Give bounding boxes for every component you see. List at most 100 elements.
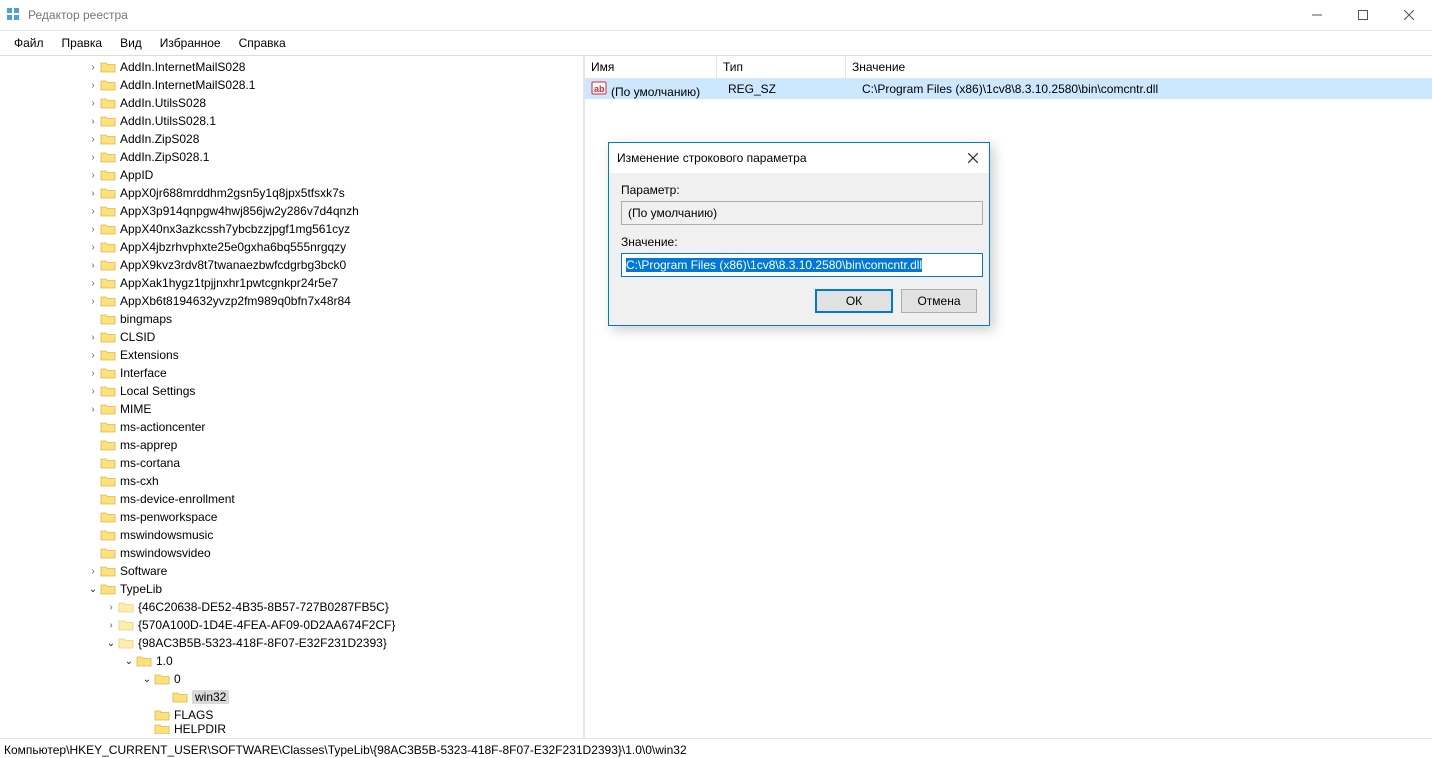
chevron-right-icon[interactable]: ›	[86, 278, 100, 289]
menubar: ФайлПравкаВидИзбранноеСправка	[0, 31, 1432, 56]
tree-item[interactable]: ms-penworkspace	[0, 508, 583, 526]
chevron-down-icon[interactable]: ⌄	[140, 674, 154, 685]
tree-item[interactable]: ⌄1.0	[0, 652, 583, 670]
tree-item[interactable]: › AppID	[0, 166, 583, 184]
menu-файл[interactable]: Файл	[6, 34, 52, 52]
list-header: Имя Тип Значение	[585, 56, 1432, 79]
tree-item[interactable]: ms-device-enrollment	[0, 490, 583, 508]
tree-item-label: win32	[192, 690, 229, 704]
column-header-value[interactable]: Значение	[846, 56, 1432, 78]
tree-item[interactable]: ⌄0	[0, 670, 583, 688]
column-header-name[interactable]: Имя	[585, 56, 717, 78]
window-titlebar: Редактор реестра	[0, 0, 1432, 31]
dialog-close-button[interactable]	[961, 147, 985, 169]
tree-item[interactable]: ›AppX4jbzrhvphxte25e0gxha6bq555nrgqzy	[0, 238, 583, 256]
tree-item[interactable]: › AddIn.UtilsS028	[0, 94, 583, 112]
tree-item[interactable]: ›{570A100D-1D4E-4FEA-AF09-0D2AA674F2CF}	[0, 616, 583, 634]
menu-справка[interactable]: Справка	[231, 34, 294, 52]
chevron-right-icon[interactable]: ›	[86, 116, 100, 127]
minimize-button[interactable]	[1294, 0, 1340, 30]
registry-tree-pane[interactable]: ›AddIn.InternetMailS028›AddIn.InternetMa…	[0, 56, 585, 738]
tree-item-label: AddIn.InternetMailS028.1	[120, 78, 255, 92]
tree-item-label: AddIn.UtilsS028	[120, 96, 206, 110]
tree-item[interactable]: ›AppX9kvz3rdv8t7twanaezbwfcdgrbg3bck0	[0, 256, 583, 274]
folder-icon	[100, 582, 116, 596]
chevron-right-icon[interactable]: ›	[86, 62, 100, 73]
tree-item[interactable]: ms-cortana	[0, 454, 583, 472]
tree-item[interactable]: mswindowsmusic	[0, 526, 583, 544]
close-button[interactable]	[1386, 0, 1432, 30]
list-row[interactable]: ab (По умолчанию) REG_SZ C:\Program File…	[585, 79, 1432, 99]
chevron-right-icon[interactable]: ›	[86, 170, 100, 181]
tree-item[interactable]: ⌄TypeLib	[0, 580, 583, 598]
chevron-right-icon[interactable]: ›	[86, 368, 100, 379]
tree-item[interactable]: ›AppX40nx3azkcssh7ybcbzzjpgf1mg561cyz	[0, 220, 583, 238]
value-edit-field[interactable]: C:\Program Files (x86)\1cv8\8.3.10.2580\…	[621, 253, 983, 277]
tree-item[interactable]: ›CLSID	[0, 328, 583, 346]
chevron-right-icon[interactable]: ›	[86, 386, 100, 397]
tree-item[interactable]: › AppX3p914qnpgw4hwj856jw2y286v7d4qnzh	[0, 202, 583, 220]
statusbar: Компьютер\HKEY_CURRENT_USER\SOFTWARE\Cla…	[0, 738, 1432, 758]
tree-item[interactable]: ›AppXb6t8194632yvzp2fm989q0bfn7x48r84	[0, 292, 583, 310]
chevron-right-icon[interactable]: ›	[104, 620, 118, 631]
ok-button[interactable]: ОК	[815, 289, 893, 313]
cell-name-text: (По умолчанию)	[611, 85, 700, 99]
chevron-right-icon[interactable]: ›	[86, 206, 100, 217]
tree-item[interactable]: bingmaps	[0, 310, 583, 328]
tree-item[interactable]: ›AddIn.InternetMailS028	[0, 58, 583, 76]
tree-item[interactable]: ›AddIn.ZipS028.1	[0, 148, 583, 166]
tree-item[interactable]: ›AppX0jr688mrddhm2gsn5y1q8jpx5tfsxk7s	[0, 184, 583, 202]
tree-item[interactable]: ›Software	[0, 562, 583, 580]
tree-item[interactable]: ms-actioncenter	[0, 418, 583, 436]
folder-icon	[100, 474, 116, 488]
chevron-right-icon[interactable]: ›	[86, 134, 100, 145]
tree-item[interactable]: ms-apprep	[0, 436, 583, 454]
tree-item[interactable]: mswindowsvideo	[0, 544, 583, 562]
chevron-right-icon[interactable]: ›	[86, 260, 100, 271]
chevron-down-icon[interactable]: ⌄	[86, 584, 100, 595]
chevron-right-icon[interactable]: ›	[86, 188, 100, 199]
tree-item[interactable]: ›Extensions	[0, 346, 583, 364]
chevron-down-icon[interactable]: ⌄	[104, 638, 118, 649]
tree-item[interactable]: FLAGS	[0, 706, 583, 724]
chevron-right-icon[interactable]: ›	[86, 332, 100, 343]
tree-item[interactable]: ms-cxh	[0, 472, 583, 490]
status-path: Компьютер\HKEY_CURRENT_USER\SOFTWARE\Cla…	[4, 743, 687, 757]
tree-item[interactable]: › AddIn.InternetMailS028.1	[0, 76, 583, 94]
menu-вид[interactable]: Вид	[112, 34, 150, 52]
folder-icon	[100, 258, 116, 272]
chevron-right-icon[interactable]: ›	[104, 602, 118, 613]
menu-избранное[interactable]: Избранное	[152, 34, 229, 52]
tree-item[interactable]: › Interface	[0, 364, 583, 382]
tree-item[interactable]: win32	[0, 688, 583, 706]
tree-item-label: AppID	[120, 168, 153, 182]
column-header-type[interactable]: Тип	[717, 56, 846, 78]
folder-icon	[136, 654, 152, 668]
tree-item[interactable]: ›AppXak1hygz1tpjjnxhr1pwtcgnkpr24r5e7	[0, 274, 583, 292]
chevron-down-icon[interactable]: ⌄	[122, 656, 136, 667]
chevron-right-icon[interactable]: ›	[86, 98, 100, 109]
dialog-titlebar[interactable]: Изменение строкового параметра	[609, 143, 989, 173]
tree-item-label: Interface	[120, 366, 167, 380]
tree-item-label: HELPDIR	[174, 724, 226, 734]
tree-item[interactable]: ›{46C20638-DE52-4B35-8B57-727B0287FB5C}	[0, 598, 583, 616]
menu-правка[interactable]: Правка	[54, 34, 111, 52]
tree-item[interactable]: ›AddIn.UtilsS028.1	[0, 112, 583, 130]
tree-item[interactable]: ›AddIn.ZipS028	[0, 130, 583, 148]
chevron-right-icon[interactable]: ›	[86, 404, 100, 415]
cancel-button[interactable]: Отмена	[901, 289, 977, 313]
tree-item-label: AppX3p914qnpgw4hwj856jw2y286v7d4qnzh	[120, 204, 359, 218]
tree-item[interactable]: ›Local Settings	[0, 382, 583, 400]
tree-item[interactable]: ›MIME	[0, 400, 583, 418]
maximize-button[interactable]	[1340, 0, 1386, 30]
chevron-right-icon[interactable]: ›	[86, 296, 100, 307]
chevron-right-icon[interactable]: ›	[86, 350, 100, 361]
tree-item[interactable]: ⌄{98AC3B5B-5323-418F-8F07-E32F231D2393}	[0, 634, 583, 652]
chevron-right-icon[interactable]: ›	[86, 80, 100, 91]
tree-item[interactable]: HELPDIR	[0, 724, 583, 734]
chevron-right-icon[interactable]: ›	[86, 566, 100, 577]
chevron-right-icon[interactable]: ›	[86, 242, 100, 253]
folder-icon	[118, 600, 134, 614]
chevron-right-icon[interactable]: ›	[86, 224, 100, 235]
chevron-right-icon[interactable]: ›	[86, 152, 100, 163]
